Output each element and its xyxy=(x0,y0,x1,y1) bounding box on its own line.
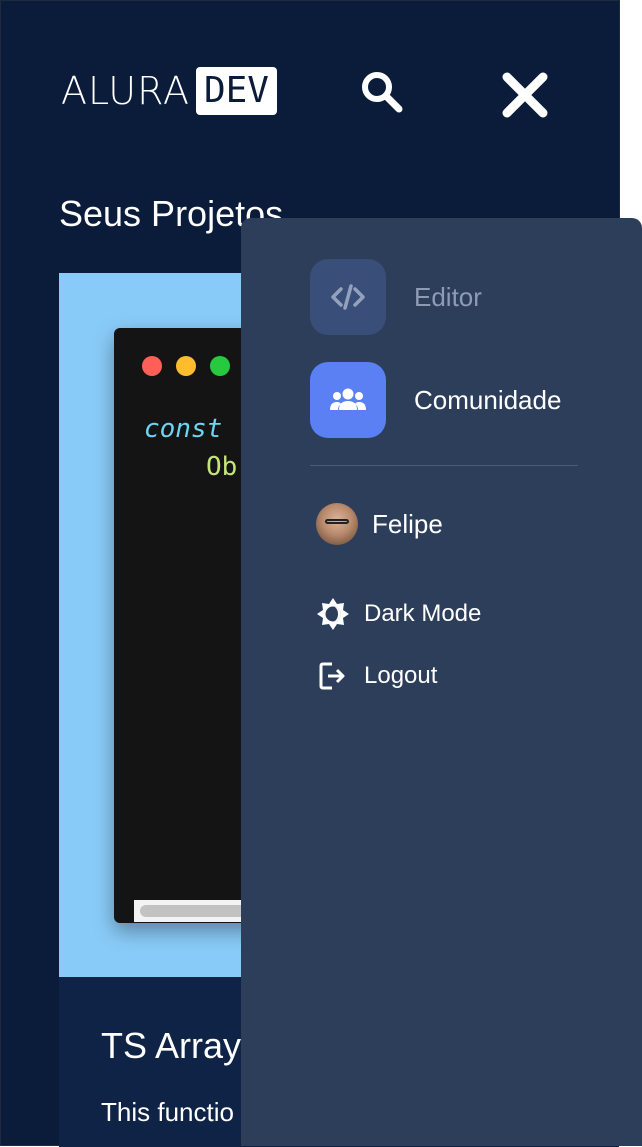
search-button[interactable] xyxy=(357,67,405,115)
dark-mode-icon xyxy=(316,597,350,631)
community-tile xyxy=(310,362,386,438)
avatar xyxy=(316,503,358,545)
navigation-drawer: Editor Comunidade Felipe Dark Mode Logou… xyxy=(241,218,642,1146)
code-line: const xyxy=(144,414,223,444)
logout-label: Logout xyxy=(364,662,438,689)
menu-divider xyxy=(310,465,578,466)
menu-item-label: Editor xyxy=(414,281,482,312)
logout-icon xyxy=(316,659,350,693)
window-minimize-dot xyxy=(176,356,196,376)
close-menu-button[interactable] xyxy=(499,69,551,121)
editor-tile xyxy=(310,259,386,335)
logo-badge: DEV xyxy=(195,67,277,115)
user-name: Felipe xyxy=(372,508,443,539)
logout-button[interactable]: Logout xyxy=(316,659,437,693)
alura-dev-logo[interactable]: ALURA DEV xyxy=(61,65,277,117)
window-maximize-dot xyxy=(210,356,230,376)
menu-item-editor[interactable]: Editor xyxy=(310,259,482,335)
users-icon xyxy=(330,388,366,410)
menu-item-comunidade[interactable]: Comunidade xyxy=(310,362,561,438)
code-line: Ob xyxy=(206,452,238,482)
window-close-dot xyxy=(142,356,162,376)
dark-mode-label: Dark Mode xyxy=(364,600,482,627)
user-profile[interactable]: Felipe xyxy=(316,503,443,545)
menu-item-label: Comunidade xyxy=(414,384,562,415)
logo-text: ALURA xyxy=(61,69,190,113)
close-icon xyxy=(502,72,548,118)
project-title[interactable]: TS Array xyxy=(101,1025,241,1067)
code-icon xyxy=(331,284,365,310)
dark-mode-toggle[interactable]: Dark Mode xyxy=(316,597,481,631)
search-icon xyxy=(362,72,403,113)
